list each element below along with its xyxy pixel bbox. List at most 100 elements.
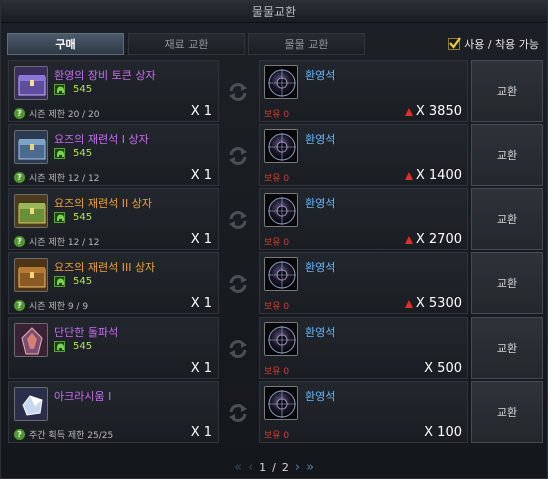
required-quantity: X 500 [424, 361, 462, 376]
tab-purchase[interactable]: 구매 [7, 33, 124, 55]
item-name: 환영의 장비 토큰 상자 [54, 69, 156, 82]
required-item-cell: 환영석 보유 0 X 3850 [259, 60, 468, 122]
required-quantity: X 100 [424, 425, 462, 440]
green-chest-icon [14, 194, 48, 228]
owned-count: 보유 0 [264, 110, 290, 120]
item-name: 아크라시움 I [54, 390, 112, 403]
illusion-stone-icon [264, 65, 298, 99]
item-price: 545 [54, 341, 92, 352]
exchange-button[interactable]: 교환 [471, 188, 543, 250]
exchange-item-cell: 요즈의 재련석 I 상자 545 ? 시즌 제한 12 / 12 X 1 [8, 124, 219, 186]
exchange-button[interactable]: 교환 [471, 124, 543, 186]
exchange-arrow-icon [226, 272, 250, 296]
exchange-button[interactable]: 교환 [471, 60, 543, 122]
required-item-name: 환영석 [305, 197, 336, 210]
exchange-item-cell: 아크라시움 I ? 주간 획득 제한 25/25 X 1 [8, 381, 219, 443]
usable-checkbox[interactable] [448, 37, 461, 50]
window-title: 물물교환 [1, 1, 547, 23]
page-separator: / [272, 460, 276, 474]
question-icon[interactable]: ? [14, 429, 25, 440]
tab-barter-exchange[interactable]: 물물 교환 [248, 33, 365, 55]
exchange-arrow-icon [226, 401, 250, 425]
exchange-row: 환영의 장비 토큰 상자 545 ? 시즌 제한 20 / 20 X 1 환영석… [8, 60, 543, 122]
exchange-row: 요즈의 재련석 II 상자 545 ? 시즌 제한 12 / 12 X 1 환영… [8, 188, 543, 250]
exchange-button[interactable]: 교환 [471, 252, 543, 314]
exchange-button[interactable]: 교환 [471, 317, 543, 379]
required-quantity: X 1400 [404, 168, 462, 183]
item-quantity: X 1 [190, 168, 212, 183]
total-pages: 2 [281, 460, 289, 474]
exchange-item-cell: 요즈의 재련석 II 상자 545 ? 시즌 제한 12 / 12 X 1 [8, 188, 219, 250]
required-item-cell: 환영석 보유 0 X 5300 [259, 252, 468, 314]
item-name: 요즈의 재련석 III 상자 [54, 261, 156, 274]
helmet-icon [54, 341, 65, 352]
owned-count: 보유 0 [264, 367, 290, 377]
price-up-arrow-icon [404, 107, 413, 116]
exchange-row: 요즈의 재련석 I 상자 545 ? 시즌 제한 12 / 12 X 1 환영석… [8, 124, 543, 186]
exchange-row: 요즈의 재련석 III 상자 545 ? 시즌 제한 9 / 9 X 1 환영석… [8, 252, 543, 314]
item-quantity: X 1 [190, 296, 212, 311]
item-quantity: X 1 [190, 232, 212, 247]
price-up-arrow-icon [404, 235, 413, 244]
exchange-button[interactable]: 교환 [471, 381, 543, 443]
question-icon[interactable]: ? [14, 300, 25, 311]
required-quantity-value: X 5300 [415, 296, 462, 311]
blue-chest-icon [14, 130, 48, 164]
exchange-item-cell: 환영의 장비 토큰 상자 545 ? 시즌 제한 20 / 20 X 1 [8, 60, 219, 122]
item-name: 요즈의 재련석 II 상자 [54, 197, 152, 210]
illusion-stone-icon [264, 257, 298, 291]
item-quantity: X 1 [190, 104, 212, 119]
last-page-icon[interactable]: » [306, 460, 314, 475]
required-quantity-value: X 3850 [415, 104, 462, 119]
purple-chest-icon [14, 66, 48, 100]
owned-count: 보유 0 [264, 238, 290, 248]
illusion-stone-icon [264, 322, 298, 356]
required-quantity-value: X 500 [424, 361, 462, 376]
item-price-value: 545 [73, 148, 93, 159]
required-item-cell: 환영석 보유 0 X 500 [259, 317, 468, 379]
required-item-name: 환영석 [305, 69, 336, 82]
required-item-cell: 환영석 보유 0 X 100 [259, 381, 468, 443]
question-icon[interactable]: ? [14, 172, 25, 183]
pagination: « ‹ 1 / 2 › » [1, 458, 547, 476]
prev-page-icon[interactable]: ‹ [248, 460, 253, 475]
check-icon [449, 37, 461, 49]
question-icon[interactable]: ? [14, 236, 25, 247]
required-quantity: X 2700 [404, 232, 462, 247]
owned-count: 보유 0 [264, 174, 290, 184]
question-icon[interactable]: ? [14, 108, 25, 119]
illusion-stone-icon [264, 193, 298, 227]
crystal-icon [14, 387, 48, 421]
exchange-item-cell: 요즈의 재련석 III 상자 545 ? 시즌 제한 9 / 9 X 1 [8, 252, 219, 314]
illusion-stone-icon [264, 386, 298, 420]
illusion-stone-icon [264, 129, 298, 163]
required-item-name: 환영석 [305, 261, 336, 274]
required-quantity: X 3850 [404, 104, 462, 119]
required-item-cell: 환영석 보유 0 X 2700 [259, 188, 468, 250]
next-page-icon[interactable]: › [295, 460, 300, 475]
exchange-arrow-icon [226, 337, 250, 361]
purchase-limit: 주간 획득 제한 25/25 [29, 431, 114, 441]
price-up-arrow-icon [404, 171, 413, 180]
helmet-icon [54, 212, 65, 223]
tab-material-exchange[interactable]: 재료 교환 [128, 33, 245, 55]
item-name: 단단한 돌파석 [54, 326, 119, 339]
required-item-name: 환영석 [305, 390, 336, 403]
purchase-limit: 시즌 제한 9 / 9 [29, 302, 89, 312]
price-up-arrow-icon [404, 299, 413, 308]
item-name: 요즈의 재련석 I 상자 [54, 133, 149, 146]
usable-filter-label: 사용 / 착용 가능 [464, 38, 539, 51]
purchase-limit: 시즌 제한 20 / 20 [29, 110, 100, 120]
required-quantity-value: X 1400 [415, 168, 462, 183]
item-price: 545 [54, 276, 92, 287]
required-quantity-value: X 2700 [415, 232, 462, 247]
first-page-icon[interactable]: « [234, 460, 242, 475]
usable-filter[interactable]: 사용 / 착용 가능 [448, 36, 539, 52]
exchange-arrow-icon [226, 208, 250, 232]
owned-count: 보유 0 [264, 431, 290, 441]
required-item-name: 환영석 [305, 133, 336, 146]
gold-chest-icon [14, 258, 48, 292]
exchange-item-cell: 단단한 돌파석 545 X 1 [8, 317, 219, 379]
barter-window: 물물교환 구매 재료 교환 물물 교환 사용 / 착용 가능 환영의 장비 토큰… [0, 0, 548, 479]
owned-count: 보유 0 [264, 302, 290, 312]
